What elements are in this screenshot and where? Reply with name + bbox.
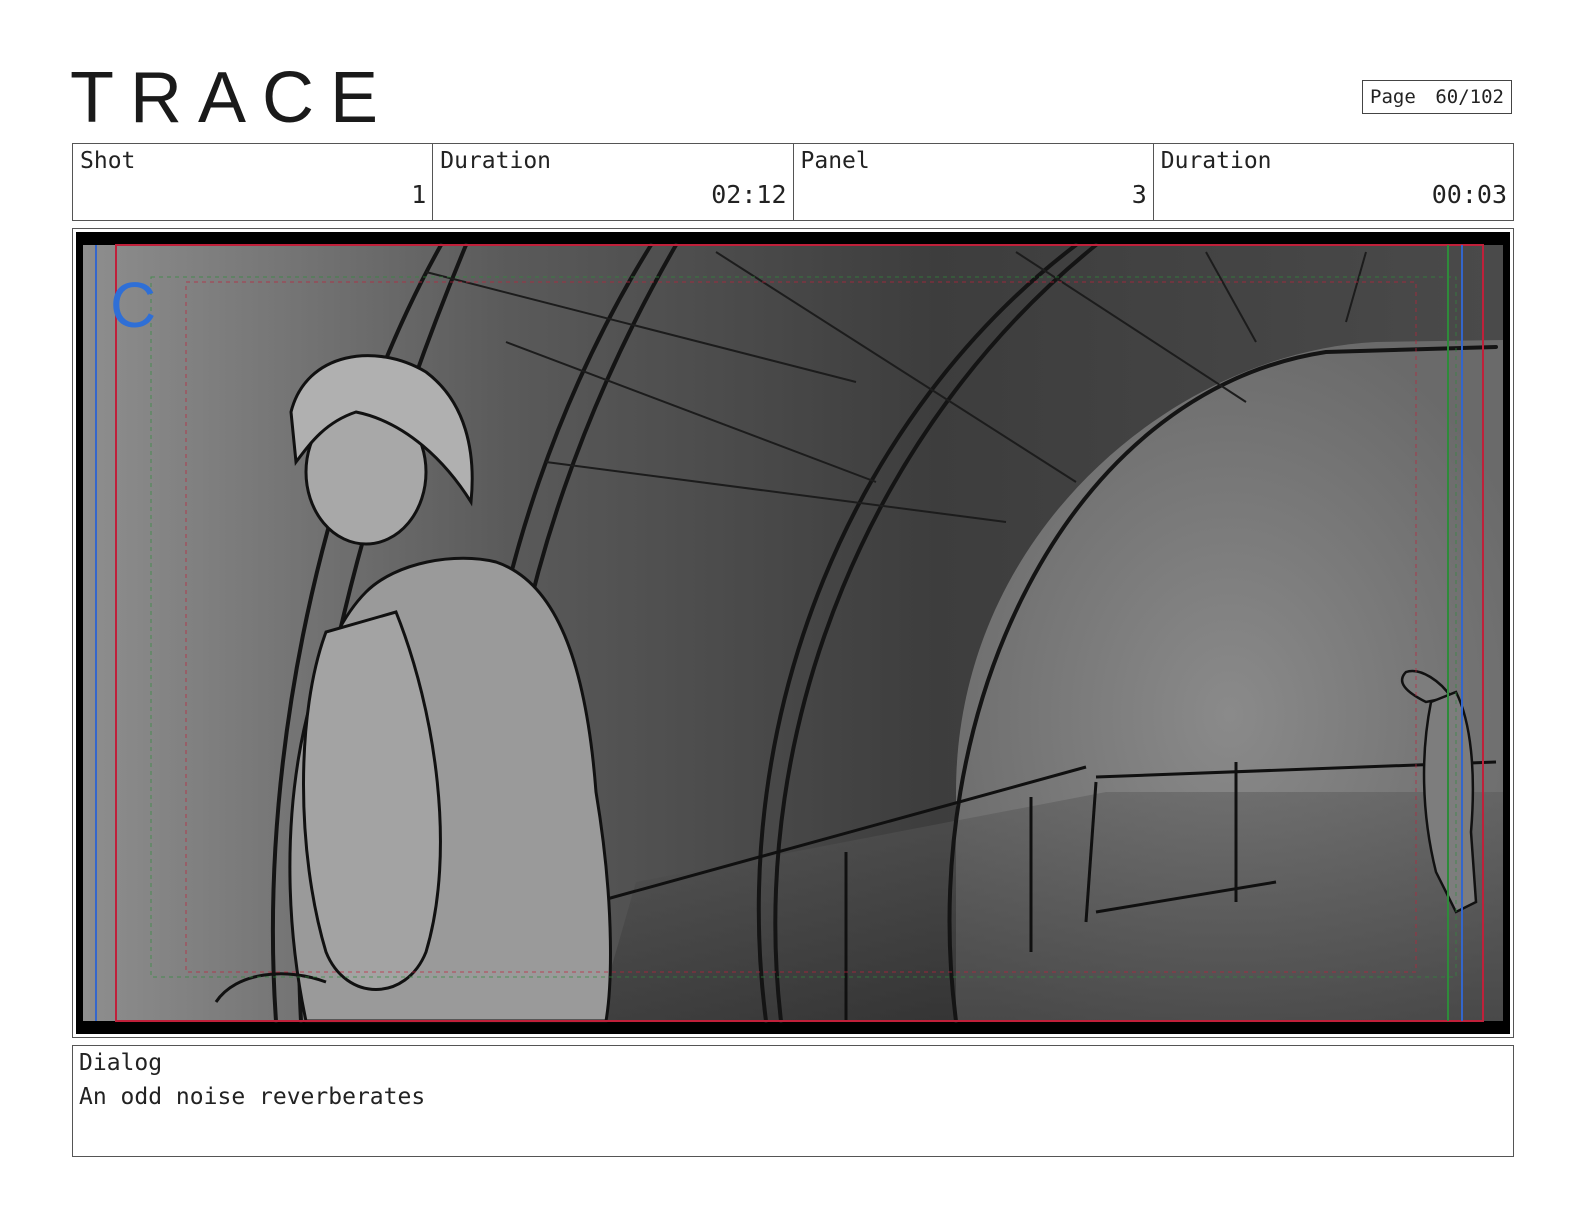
shot-label: Shot bbox=[80, 148, 136, 174]
panel-duration-cell: Duration 00:03 bbox=[1154, 144, 1513, 220]
panel-cell: Panel 3 bbox=[794, 144, 1154, 220]
shot-cell: Shot 1 bbox=[73, 144, 434, 220]
panel-label: Panel bbox=[800, 148, 870, 174]
shot-duration-label: Duration bbox=[440, 148, 552, 174]
shot-duration-cell: Duration 02:12 bbox=[433, 144, 794, 220]
panel-value: 3 bbox=[1131, 180, 1147, 209]
storyboard-panel: C bbox=[72, 228, 1514, 1038]
page-label: Page bbox=[1370, 86, 1416, 108]
panel-sketch: C bbox=[76, 232, 1510, 1034]
dialog-box: Dialog An odd noise reverberates bbox=[72, 1045, 1514, 1157]
camera-letter: C bbox=[110, 269, 156, 341]
board-title: TRACE bbox=[70, 58, 395, 138]
shot-duration-value: 02:12 bbox=[711, 180, 787, 209]
shot-value: 1 bbox=[411, 180, 427, 209]
dialog-text: An odd noise reverberates bbox=[79, 1084, 426, 1110]
page-indicator: Page 60/102 bbox=[1362, 80, 1512, 114]
dialog-label: Dialog bbox=[79, 1050, 163, 1076]
panel-duration-value: 00:03 bbox=[1431, 180, 1507, 209]
panel-duration-label: Duration bbox=[1160, 148, 1272, 174]
shot-info-bar: Shot 1 Duration 02:12 Panel 3 Duration 0… bbox=[72, 143, 1514, 221]
page-number: 60/102 bbox=[1435, 86, 1504, 108]
